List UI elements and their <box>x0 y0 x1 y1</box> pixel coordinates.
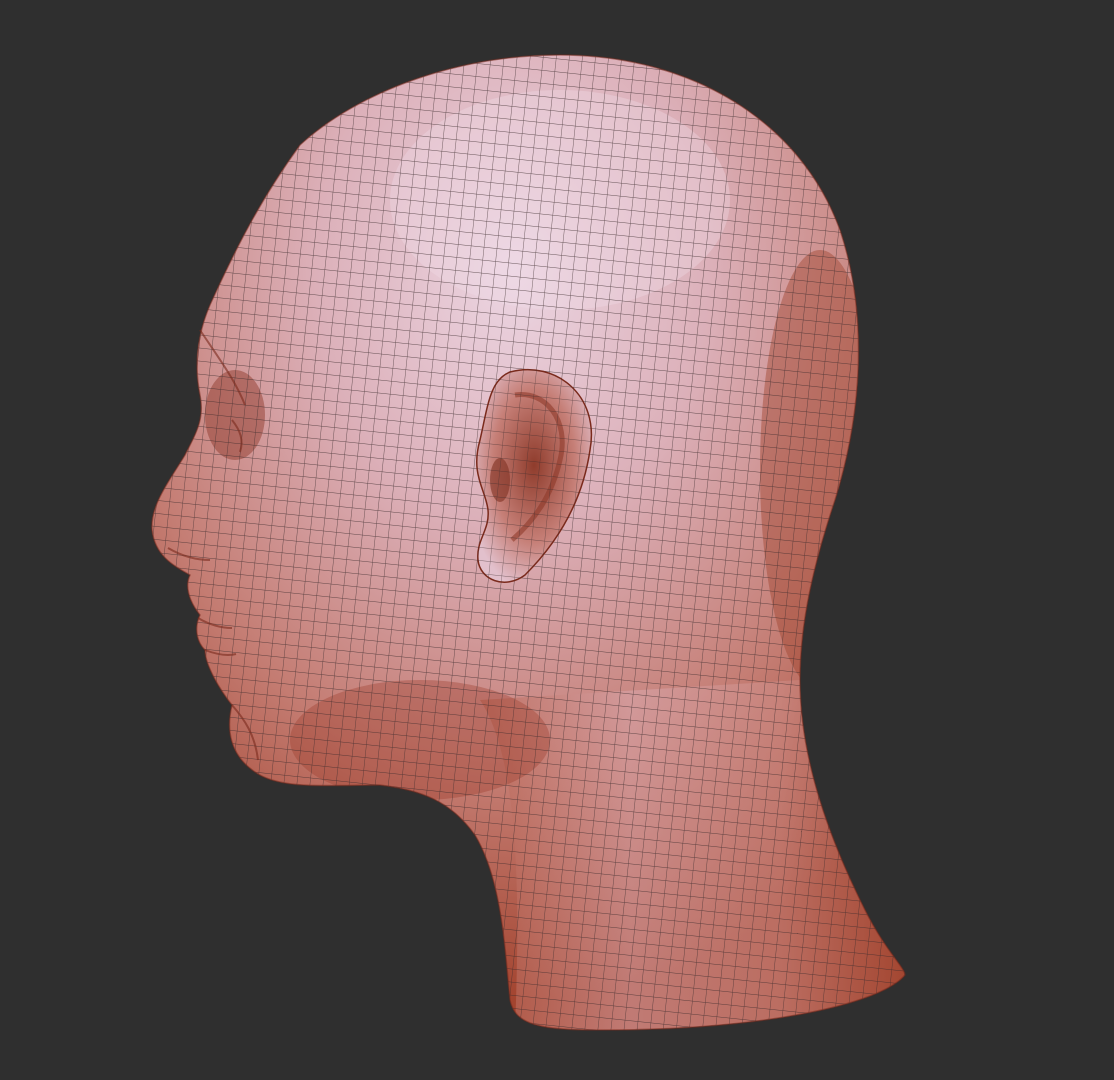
3d-viewport[interactable] <box>0 0 1114 1080</box>
head-model-render[interactable] <box>0 0 1114 1080</box>
head-mesh <box>151 54 906 1031</box>
wireframe-overlay <box>151 55 906 1030</box>
